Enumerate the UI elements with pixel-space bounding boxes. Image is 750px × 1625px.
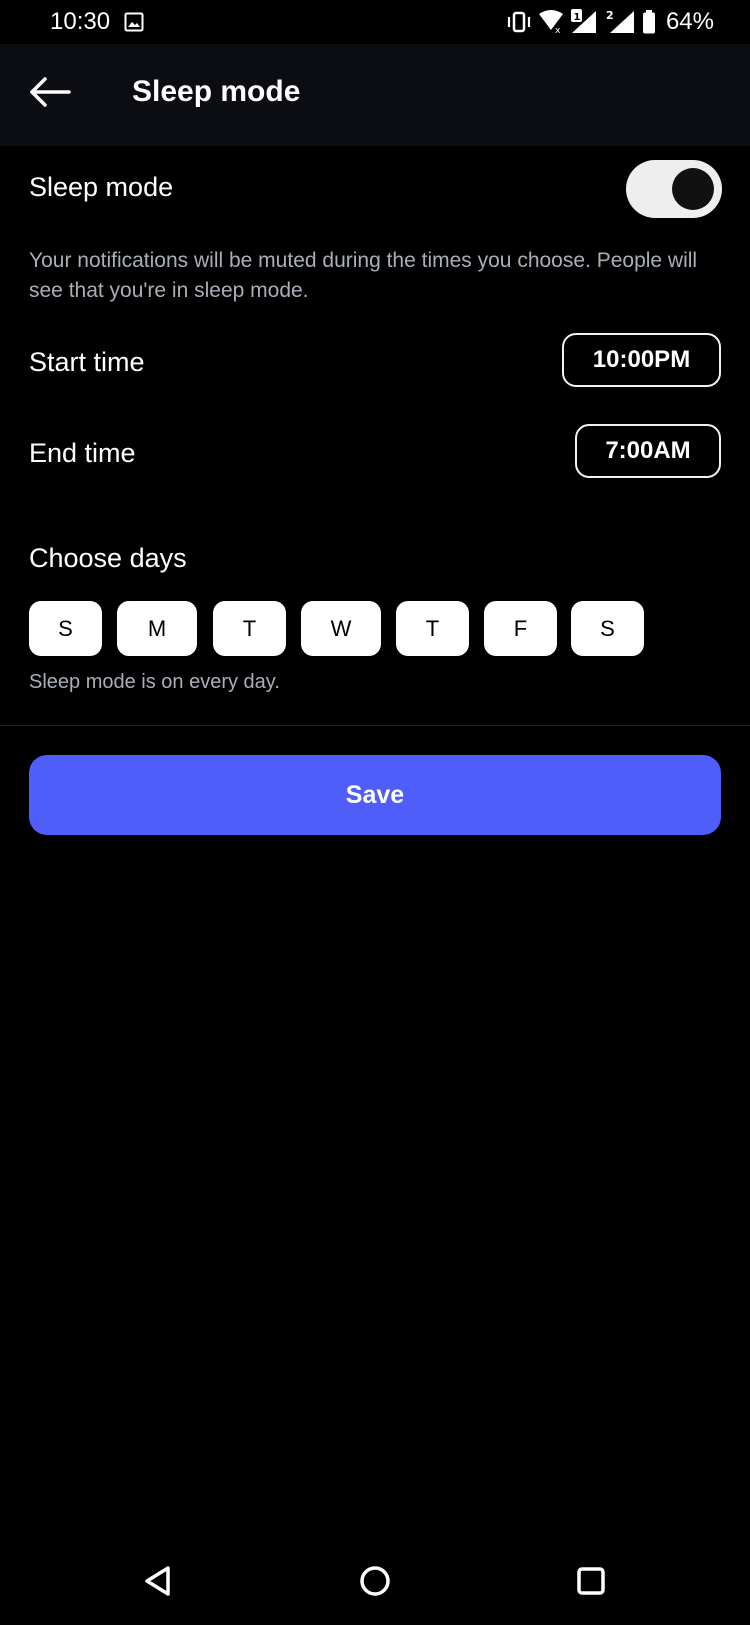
signal-icon: 1: [570, 9, 600, 35]
day-chip-thursday[interactable]: T: [396, 601, 469, 656]
day-chip-monday[interactable]: M: [117, 601, 197, 656]
end-time-label: End time: [29, 438, 136, 468]
back-button[interactable]: [26, 72, 74, 116]
sim1-badge: 1: [573, 12, 580, 23]
divider: [0, 725, 750, 726]
days-note: Sleep mode is on every day.: [29, 671, 280, 693]
svg-text:x: x: [555, 26, 561, 34]
nav-recents-button[interactable]: [568, 1560, 614, 1606]
app-header: Sleep mode: [0, 44, 750, 146]
recents-square-icon: [576, 1566, 606, 1601]
battery-icon: [642, 10, 656, 34]
sleep-mode-description: Your notifications will be muted during …: [29, 249, 698, 302]
start-time-label: Start time: [29, 347, 145, 377]
vibrate-icon: [506, 11, 532, 33]
day-chip-friday[interactable]: F: [484, 601, 557, 656]
toggle-knob: [672, 168, 714, 210]
choose-days-label: Choose days: [29, 543, 187, 573]
arrow-left-icon: [28, 76, 72, 113]
sleep-mode-toggle[interactable]: [626, 160, 722, 218]
wifi-icon: x: [538, 10, 564, 34]
end-time-button[interactable]: 7:00AM: [575, 424, 721, 478]
sleep-mode-label: Sleep mode: [29, 172, 174, 202]
gallery-icon: [124, 12, 144, 32]
status-icons: x 1 2 64%: [506, 8, 714, 35]
home-circle-icon: [358, 1564, 392, 1603]
signal-icon: 2: [606, 9, 636, 35]
navigation-bar: [0, 1540, 750, 1625]
save-button[interactable]: Save: [29, 755, 721, 835]
status-time: 10:30: [50, 8, 111, 35]
day-chip-sunday[interactable]: S: [29, 601, 102, 656]
page-title: Sleep mode: [132, 75, 301, 108]
start-time-button[interactable]: 10:00PM: [562, 333, 721, 387]
status-bar: 10:30 x 1 2 64%: [0, 0, 750, 44]
nav-home-button[interactable]: [352, 1560, 398, 1606]
back-triangle-icon: [143, 1565, 173, 1602]
day-chip-saturday[interactable]: S: [571, 601, 644, 656]
sim2-badge: 2: [606, 9, 614, 22]
nav-back-button[interactable]: [135, 1560, 181, 1606]
battery-percentage: 64%: [665, 8, 714, 35]
day-chip-wednesday[interactable]: W: [301, 601, 381, 656]
day-chip-tuesday[interactable]: T: [213, 601, 286, 656]
